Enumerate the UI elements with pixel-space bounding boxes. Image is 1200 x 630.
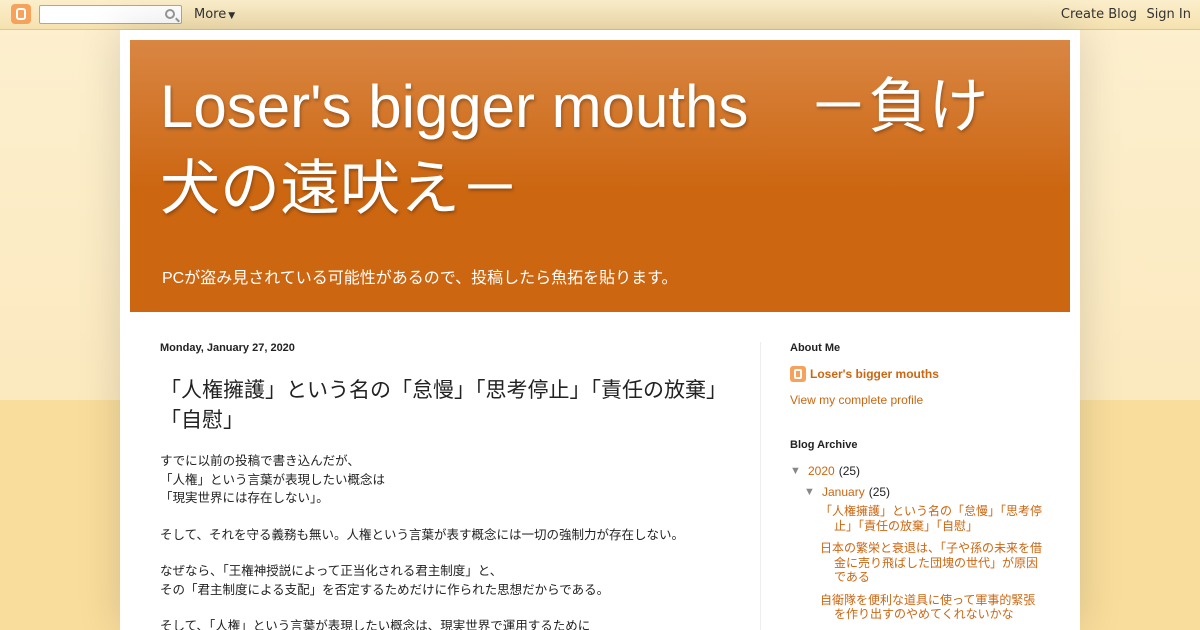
caret-down-icon: ▼ [228,11,236,21]
archive-year-link[interactable]: 2020 [808,464,835,478]
blog-description: PCが盗み見されている可能性があるので、投稿したら魚拓を貼ります。 [162,270,678,287]
navbar: More ▼ Create Blog Sign In [0,0,1200,30]
post-line: 「人権」という言葉が表現したい概念は [160,471,386,487]
archive-month-count: (25) [868,485,891,499]
view-profile-link[interactable]: View my complete profile [790,393,1045,407]
blog-title[interactable]: Loser's bigger mouths －負け犬の遠吠え－ [160,66,1040,230]
archive-post-link[interactable]: 日本の繁栄と衰退は、「子や孫の未来を借金に売り飛ばした団塊の世代」が原因である [820,541,1045,585]
expand-triangle-icon[interactable]: ▼ [790,465,808,477]
sidebar: About Me Loser's bigger mouths View my c… [790,342,1045,630]
post-body: すでに以前の投稿で書き込んだが、 「人権」という言葉が表現したい概念は 「現実世… [160,452,720,630]
blog-archive-title: Blog Archive [790,439,858,451]
create-blog-link[interactable]: Create Blog [1061,7,1137,22]
archive-post-link[interactable]: 「人権擁護」という名の「怠慢」「思考停止」「責任の放棄」「自慰」 [820,504,1045,533]
search-icon[interactable] [165,9,175,19]
more-menu-button[interactable]: More ▼ [194,7,235,22]
archive-post-list: 「人権擁護」という名の「怠慢」「思考停止」「責任の放棄」「自慰」 日本の繁栄と衰… [790,504,1045,622]
expand-triangle-icon[interactable]: ▼ [804,486,822,498]
archive-month-row: ▼ January (25) [790,485,1045,499]
post-line: そして、「人権」という言葉が表現したい概念は、現実世界で運用するために [160,618,591,630]
blogger-logo-icon[interactable] [11,4,31,24]
archive-year-row: ▼ 2020 (25) [790,464,1045,478]
more-label: More [194,7,227,22]
post-line: 「現実世界には存在しない」。 [160,490,329,505]
content-outer: Loser's bigger mouths －負け犬の遠吠え－ PCが盗み見され… [120,30,1080,630]
archive-year-count: (25) [838,464,861,478]
post-line: そして、それを守る義務も無い。人権という言葉が表す概念には一切の強制力が存在しな… [160,526,685,542]
post-title[interactable]: 「人権擁護」という名の「怠慢」「思考停止」「責任の放棄」「自慰」 [160,375,720,435]
profile-row: Loser's bigger mouths [790,366,1045,382]
blog-header: Loser's bigger mouths －負け犬の遠吠え－ PCが盗み見され… [130,40,1070,312]
post-date: Monday, January 27, 2020 [160,342,295,354]
sign-in-link[interactable]: Sign In [1146,7,1191,22]
about-me-title: About Me [790,342,841,354]
main-column: Monday, January 27, 2020 「人権擁護」という名の「怠慢」… [160,342,720,630]
blogger-profile-icon [790,366,806,382]
post-line: その「君主制度による支配」を否定するためだけに作られた思想だからである。 [160,581,610,597]
archive-month-link[interactable]: January [822,485,865,499]
post-spacer [160,508,720,526]
profile-name-link[interactable]: Loser's bigger mouths [810,367,939,381]
post-spacer [160,544,720,562]
archive-post-link[interactable]: 自衛隊を便利な道具に使って軍事的緊張を作り出すのやめてくれないかな [820,593,1045,622]
post-line: すでに以前の投稿で書き込んだが、 [160,453,360,468]
column-divider [760,342,761,630]
post-line: なぜなら、「王権神授説によって正当化される君主制度」と、 [160,563,503,578]
post-spacer [160,599,720,617]
search-input[interactable] [39,5,182,24]
